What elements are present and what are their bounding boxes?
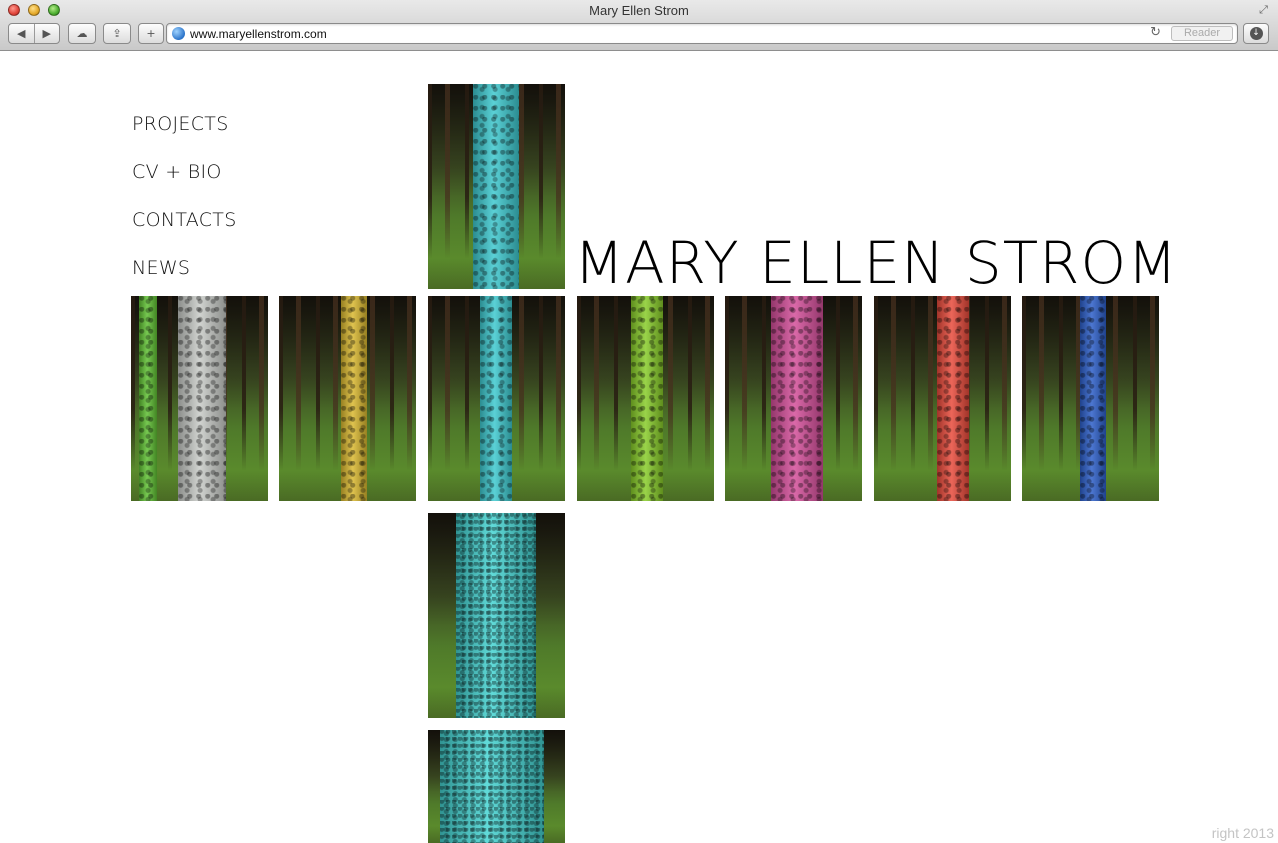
photo-tree-pink[interactable] [725, 296, 862, 501]
photo-tree-turquoise-top[interactable] [428, 84, 565, 289]
photo-tree-yellow[interactable] [279, 296, 416, 501]
photo-tree-silver[interactable] [131, 296, 268, 501]
painted-trunk [631, 296, 663, 501]
download-icon: ↓ [1249, 27, 1263, 40]
photo-tree-blue[interactable] [1022, 296, 1159, 501]
painted-trunk [937, 296, 969, 501]
share-icon: ⇪ [112, 27, 122, 40]
icloud-tabs-button[interactable]: ☁ [68, 23, 96, 44]
photo-tree-turquoise-closeup-bottom[interactable] [428, 730, 565, 843]
painted-trunk [440, 730, 544, 843]
plus-icon: + [146, 27, 156, 40]
back-arrow-icon[interactable]: ◀ [9, 24, 34, 43]
nav-contacts-link[interactable]: CONTACTS [132, 209, 237, 257]
share-button[interactable]: ⇪ [103, 23, 131, 44]
nav-cv-bio-link[interactable]: CV + BIO [132, 161, 237, 209]
url-text[interactable]: www.maryellenstrom.com [190, 27, 327, 41]
photo-tree-red[interactable] [874, 296, 1011, 501]
downloads-button[interactable]: ↓ [1243, 23, 1269, 44]
painted-trunk [480, 296, 512, 501]
fullscreen-icon[interactable]: ⤢ [1257, 3, 1270, 16]
reader-button[interactable]: Reader [1171, 26, 1233, 41]
painted-trunk [456, 513, 536, 718]
main-nav: PROJECTS CV + BIO CONTACTS NEWS [132, 113, 237, 305]
painted-trunk [473, 84, 519, 289]
photo-tree-turquoise-closeup[interactable] [428, 513, 565, 718]
nav-projects-link[interactable]: PROJECTS [132, 113, 237, 161]
forward-arrow-icon[interactable]: ▶ [35, 24, 60, 43]
browser-toolbar: Mary Ellen Strom ⤢ ◀ ▶ ☁ ⇪ + www.maryell… [0, 0, 1278, 51]
photo-tree-turquoise-center[interactable] [428, 296, 565, 501]
painted-trunk-secondary [139, 296, 157, 501]
window-title: Mary Ellen Strom [589, 3, 689, 18]
reload-icon[interactable]: ↻ [1150, 25, 1161, 40]
painted-trunk [178, 296, 226, 501]
copyright-text: right 2013 [1211, 825, 1274, 841]
back-forward-group: ◀ ▶ [8, 23, 60, 44]
painted-trunk [341, 296, 367, 501]
site-title: MARY ELLEN STROM [574, 229, 1179, 297]
cloud-icon: ☁ [76, 27, 88, 40]
painted-trunk [1080, 296, 1106, 501]
add-bookmark-button[interactable]: + [138, 23, 164, 44]
address-bar[interactable]: www.maryellenstrom.com ↻ Reader [166, 23, 1238, 44]
globe-icon [172, 27, 185, 40]
painted-trunk [771, 296, 823, 501]
photo-tree-green[interactable] [577, 296, 714, 501]
